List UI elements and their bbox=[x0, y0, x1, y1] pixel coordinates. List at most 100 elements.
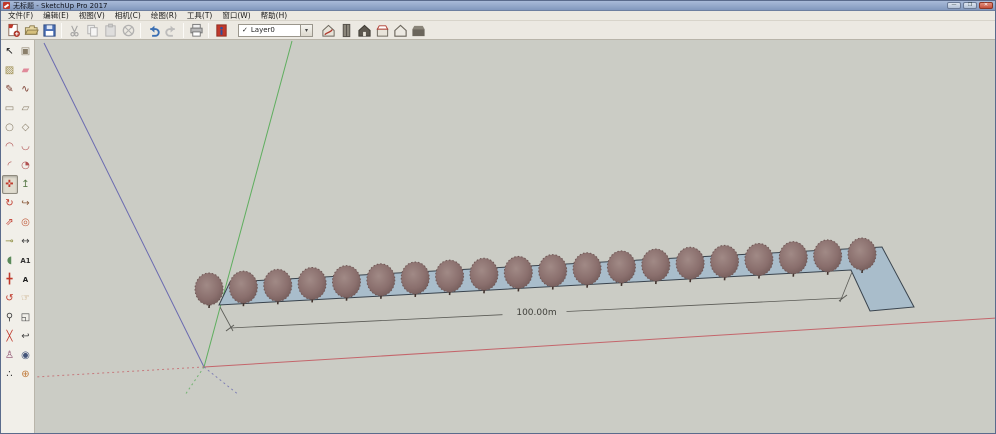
rotated-rectangle-icon: ▱ bbox=[22, 103, 30, 114]
dimension-tool[interactable]: ↔ bbox=[18, 232, 34, 251]
menu-item-edit[interactable]: 编辑(E) bbox=[38, 11, 74, 21]
open-button[interactable] bbox=[22, 22, 40, 39]
arc-tool[interactable]: ◠ bbox=[2, 137, 18, 156]
menu-item-camera[interactable]: 相机(C) bbox=[110, 11, 146, 21]
model-info-button[interactable] bbox=[212, 22, 230, 39]
zoom-extents-tool[interactable]: ╳ bbox=[2, 327, 18, 346]
offset-icon: ◎ bbox=[21, 217, 30, 228]
freehand-tool[interactable]: ∿ bbox=[18, 80, 34, 99]
rotated-rectangle-tool[interactable]: ▱ bbox=[18, 99, 34, 118]
undo-button[interactable] bbox=[144, 22, 162, 39]
push-pull-icon: ↥ bbox=[21, 179, 29, 190]
orbit-tool[interactable]: ↺ bbox=[2, 289, 18, 308]
paint-bucket-tool[interactable]: ▨ bbox=[2, 61, 18, 80]
scale-tool[interactable]: ⇗ bbox=[2, 213, 18, 232]
section-plane-tool[interactable]: ⊕ bbox=[18, 365, 34, 384]
menu-bar: 文件(F)编辑(E)视图(V)相机(C)绘图(R)工具(T)窗口(W)帮助(H) bbox=[1, 11, 995, 21]
save-button[interactable] bbox=[40, 22, 58, 39]
pan-tool[interactable]: ☞ bbox=[18, 289, 34, 308]
follow-me-icon: ↪ bbox=[21, 198, 29, 209]
redo-button[interactable] bbox=[162, 22, 180, 39]
layer-combo[interactable]: ✓ Layer0 ▾ bbox=[238, 24, 313, 37]
window-title: 无标题 - SketchUp Pro 2017 bbox=[13, 1, 108, 11]
pie-icon: ◔ bbox=[21, 160, 30, 171]
position-camera-tool[interactable]: ♙ bbox=[2, 346, 18, 365]
new-document-icon bbox=[6, 23, 21, 38]
print-button[interactable] bbox=[187, 22, 205, 39]
layer-combo-dropdown-button[interactable]: ▾ bbox=[300, 24, 313, 37]
undo-arrow-icon bbox=[146, 23, 161, 38]
make-component-tool[interactable]: ▣ bbox=[18, 42, 34, 61]
extension-warehouse-button[interactable] bbox=[409, 22, 427, 39]
cut-button[interactable] bbox=[65, 22, 83, 39]
3d-text-tool[interactable]: A bbox=[18, 270, 34, 289]
move-tool[interactable]: ✜ bbox=[2, 175, 18, 194]
house-outline-icon bbox=[393, 23, 408, 38]
offset-tool[interactable]: ◎ bbox=[18, 213, 34, 232]
polygon-tool[interactable]: ◇ bbox=[18, 118, 34, 137]
erase-button[interactable] bbox=[119, 22, 137, 39]
push-pull-tool[interactable]: ↥ bbox=[18, 175, 34, 194]
zoom-tool[interactable]: ⚲ bbox=[2, 308, 18, 327]
move-icon: ✜ bbox=[5, 179, 13, 190]
circle-tool[interactable]: ○ bbox=[2, 118, 18, 137]
axes-tool[interactable]: ╋ bbox=[2, 270, 18, 289]
close-button[interactable]: ✕ bbox=[979, 2, 993, 9]
toolbar-separator bbox=[61, 23, 62, 38]
select-tool[interactable]: ↖ bbox=[2, 42, 18, 61]
menu-item-view[interactable]: 视图(V) bbox=[74, 11, 110, 21]
viewport[interactable]: 100.00m bbox=[35, 40, 996, 434]
house-solid-icon bbox=[357, 23, 372, 38]
house-wide-icon bbox=[411, 23, 426, 38]
sketchup-logo-icon bbox=[3, 2, 10, 9]
follow-me-tool[interactable]: ↪ bbox=[18, 194, 34, 213]
walk-icon: ∴ bbox=[6, 369, 12, 380]
house-outline-button[interactable] bbox=[391, 22, 409, 39]
model-info-icon bbox=[214, 23, 229, 38]
three-point-arc-tool[interactable]: ◜ bbox=[2, 156, 18, 175]
line-tool[interactable]: ✎ bbox=[2, 80, 18, 99]
scale-icon: ⇗ bbox=[5, 217, 13, 228]
share-component-button[interactable] bbox=[373, 22, 391, 39]
open-folder-icon bbox=[24, 23, 39, 38]
eraser-tool[interactable]: ▰ bbox=[18, 61, 34, 80]
zoom-icon: ⚲ bbox=[6, 312, 13, 323]
zoom-previous-icon: ↩ bbox=[21, 331, 29, 342]
erase-icon bbox=[121, 23, 136, 38]
two-point-arc-icon: ◡ bbox=[21, 141, 30, 152]
walk-tool[interactable]: ∴ bbox=[2, 365, 18, 384]
text-tool[interactable]: A1 bbox=[18, 251, 34, 270]
menu-item-draw[interactable]: 绘图(R) bbox=[146, 11, 182, 21]
two-point-arc-tool[interactable]: ◡ bbox=[18, 137, 34, 156]
viewport-canvas[interactable]: 100.00m bbox=[35, 40, 996, 434]
zoom-previous-tool[interactable]: ↩ bbox=[18, 327, 34, 346]
share-model-button[interactable] bbox=[355, 22, 373, 39]
title-bar: 无标题 - SketchUp Pro 2017 — ❐ ✕ bbox=[1, 1, 995, 11]
zoom-window-tool[interactable]: ◱ bbox=[18, 308, 34, 327]
toolbar-separator bbox=[208, 23, 209, 38]
rectangle-icon: ▭ bbox=[5, 103, 14, 114]
components-cabinet-button[interactable] bbox=[337, 22, 355, 39]
menu-item-window[interactable]: 窗口(W) bbox=[217, 11, 255, 21]
rectangle-tool[interactable]: ▭ bbox=[2, 99, 18, 118]
maximize-button[interactable]: ❐ bbox=[963, 2, 977, 9]
layer-combo-field[interactable]: ✓ Layer0 bbox=[238, 24, 300, 37]
menu-item-file[interactable]: 文件(F) bbox=[3, 11, 38, 21]
pie-tool[interactable]: ◔ bbox=[18, 156, 34, 175]
tape-measure-tool[interactable]: ⊸ bbox=[2, 232, 18, 251]
cabinet-icon bbox=[339, 23, 354, 38]
get-models-button[interactable] bbox=[319, 22, 337, 39]
cut-scissors-icon bbox=[67, 23, 82, 38]
protractor-tool[interactable]: ◖ bbox=[2, 251, 18, 270]
menu-item-help[interactable]: 帮助(H) bbox=[256, 11, 293, 21]
paint-bucket-icon: ▨ bbox=[5, 65, 14, 76]
look-around-tool[interactable]: ◉ bbox=[18, 346, 34, 365]
rotate-tool[interactable]: ↻ bbox=[2, 194, 18, 213]
polygon-icon: ◇ bbox=[22, 122, 30, 133]
menu-item-tools[interactable]: 工具(T) bbox=[182, 11, 217, 21]
minimize-button[interactable]: — bbox=[947, 2, 961, 9]
copy-button[interactable] bbox=[83, 22, 101, 39]
paste-button[interactable] bbox=[101, 22, 119, 39]
new-button[interactable] bbox=[4, 22, 22, 39]
large-tool-set: ↖▣ ▨ ▰✎∿ ▭ ▱ ○ ◇ ◠◡◜◔ ✜ ↥↻↪ ⇗ ◎⊸↔◖A1╋A↺☞ ⚲ ◱╳↩♙◉ ∴ ⊕ bbox=[1, 40, 35, 434]
